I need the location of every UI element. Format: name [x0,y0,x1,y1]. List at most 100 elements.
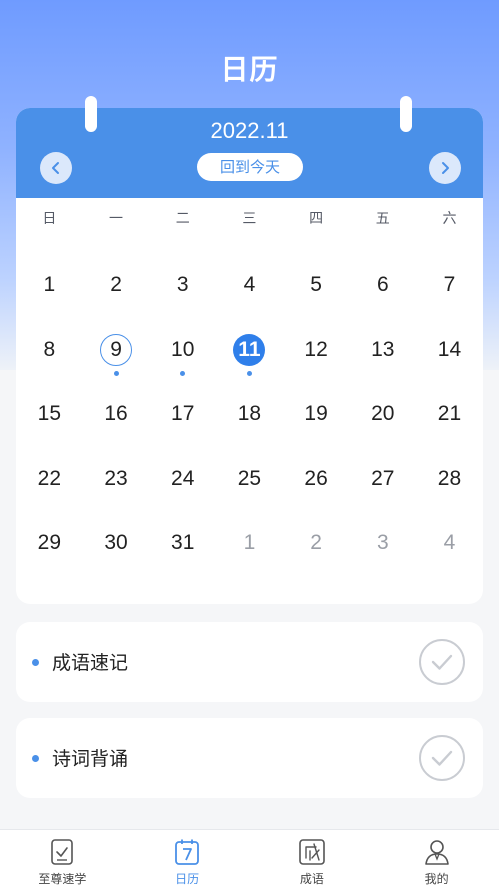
calendar-day-other-month[interactable]: 3 [349,510,416,575]
back-to-today-button[interactable]: 回到今天 [197,153,303,181]
checklist-icon [51,839,74,865]
day-grid: 1 2 3 4 5 6 7 8 9 10 11 12 13 14 15 16 17 18 19 20 21 22 23 24 2… [16,252,483,575]
calendar-day-number: 7 [443,273,456,296]
calendar-day[interactable]: 15 [16,381,83,446]
calendar-day-number: 19 [304,402,328,425]
calendar-day-other-month[interactable]: 2 [283,510,350,575]
calendar-day-number: 18 [237,402,262,425]
calendar-day[interactable]: 6 [349,252,416,317]
calendar-day-number: 17 [171,402,195,425]
weekday-label: 五 [375,211,390,227]
calendar-day[interactable]: 8 [16,317,83,382]
calendar-day-number: 26 [304,466,328,490]
calendar-day-number: 1 [243,531,256,554]
calendar-day-number: 2 [310,531,322,554]
calendar-day-number: 14 [437,337,462,361]
calendar-day-number: 5 [310,273,322,296]
weekday-label: 日 [42,211,57,227]
calendar-day[interactable]: 7 [416,252,483,317]
calendar-day-number: 12 [304,337,328,361]
calendar-day[interactable]: 26 [283,446,350,511]
task-label: 诗词背诵 [52,748,129,770]
tab-label: 我的 [424,872,449,886]
calendar-day[interactable]: 20 [349,381,416,446]
calendar-day[interactable]: 2 [83,252,150,317]
calendar-day-number: 31 [171,531,195,554]
calendar-day[interactable]: 1 [16,252,83,317]
calendar-day-number: 15 [37,402,62,425]
calendar-day[interactable]: 9 [83,317,150,382]
tab-mine[interactable]: 我的 [374,830,499,893]
calendar-day[interactable]: 18 [216,381,283,446]
task-bullet [32,755,39,762]
calendar-day[interactable]: 30 [83,510,150,575]
calendar-day-number: 3 [376,531,389,554]
weekday-label: 三 [242,211,257,227]
calendar-day-number: 29 [37,531,62,554]
prev-month-button[interactable] [40,152,72,184]
calendar-day-number: 4 [443,531,456,554]
calendar-day[interactable]: 10 [149,317,216,382]
calendar-day-number: 13 [371,337,395,361]
event-dot [247,370,253,376]
calendar-day[interactable]: 4 [216,252,283,317]
event-dot [113,370,119,376]
calendar-day-other-month[interactable]: 1 [216,510,283,575]
task-card-poem-recite[interactable]: 诗词背诵 [16,718,483,798]
calendar-day-today[interactable]: 11 [216,317,283,382]
check-circle-icon[interactable] [418,734,466,782]
tab-label: 日历 [175,872,200,886]
calendar-day[interactable]: 3 [149,252,216,317]
page-title: 日历 [220,53,279,86]
calendar-day-number: 6 [376,273,389,296]
calendar-icon [175,839,200,865]
task-label: 成语速记 [52,652,129,674]
next-month-button[interactable] [429,152,461,184]
calendar-day[interactable]: 21 [416,381,483,446]
weekday-label: 二 [175,211,190,227]
calendar-day-number: 22 [37,466,62,490]
calendar-day-number: 20 [371,402,395,425]
calendar-day-number: 25 [237,466,262,490]
chevron-left-icon [52,162,59,174]
calendar-day[interactable]: 31 [149,510,216,575]
tab-study[interactable]: 至尊速学 [0,830,125,893]
task-card-idiom-memorize[interactable]: 成语速记 [16,622,483,702]
binder-ring-right [400,96,412,132]
weekday-label: 六 [442,211,457,227]
calendar-day-number: 27 [371,466,395,490]
tab-idiom[interactable]: 成语 [250,830,375,893]
calendar-day[interactable]: 29 [16,510,83,575]
calendar-day-number: 9 [100,333,133,366]
calendar-day[interactable]: 16 [83,381,150,446]
tab-calendar[interactable]: 日历 [125,830,250,893]
calendar-day[interactable]: 27 [349,446,416,511]
calendar-day[interactable]: 5 [283,252,350,317]
calendar-day[interactable]: 19 [283,381,350,446]
weekday-label: 一 [109,211,124,227]
calendar-day[interactable]: 17 [149,381,216,446]
calendar-day[interactable]: 12 [283,317,350,382]
calendar-day[interactable]: 28 [416,446,483,511]
calendar-day[interactable]: 25 [216,446,283,511]
calendar-day-number: 3 [176,273,189,296]
idiom-icon [299,839,325,865]
weekday-label: 四 [309,211,324,227]
calendar-day-number: 4 [243,273,256,296]
calendar-day[interactable]: 23 [83,446,150,511]
calendar-day[interactable]: 14 [416,317,483,382]
calendar-card: 2022.11 回到今天 日 一 二 三 四 五 六 1 2 3 4 5 6 7 8 9 10 11… [16,96,483,604]
event-dot [180,370,186,376]
calendar-day-number: 8 [43,337,56,361]
user-icon [424,840,449,865]
calendar-day-number: 16 [104,402,128,425]
calendar-day-other-month[interactable]: 4 [416,510,483,575]
task-bullet [32,659,39,666]
calendar-day-number: 24 [171,466,195,490]
calendar-day-number: 30 [104,531,128,554]
calendar-day[interactable]: 24 [149,446,216,511]
chevron-right-icon [442,162,449,174]
check-circle-icon[interactable] [418,638,466,686]
calendar-day[interactable]: 22 [16,446,83,511]
calendar-day[interactable]: 13 [349,317,416,382]
